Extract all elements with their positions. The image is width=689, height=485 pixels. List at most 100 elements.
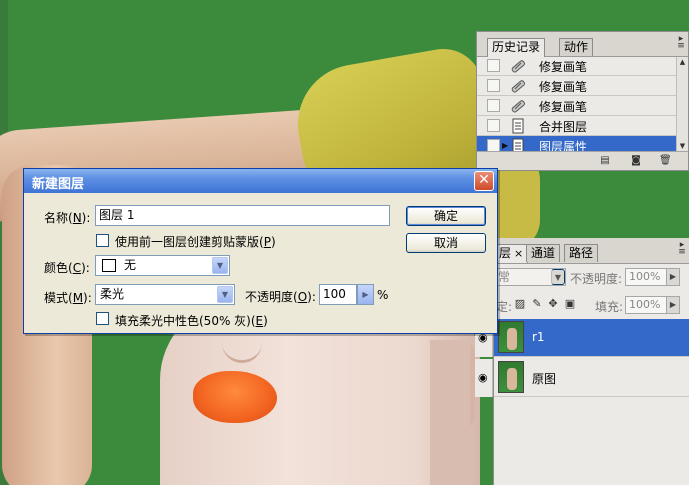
tab-layers[interactable]: 层 × xyxy=(494,244,529,263)
history-snapshot-checkbox[interactable] xyxy=(487,119,500,132)
tab-channels[interactable]: 通道 xyxy=(526,244,561,262)
orange-lips xyxy=(193,371,277,423)
history-item[interactable]: 修复画笔 xyxy=(477,96,682,116)
lock-brush-icon[interactable]: ✎ xyxy=(531,298,543,310)
dialog-title: 新建图层 xyxy=(32,177,85,192)
history-state-arrow-icon: ▶ xyxy=(502,141,509,150)
fill-label: 填充: xyxy=(595,300,624,314)
layer-name: 原图 xyxy=(532,372,557,386)
fill-slider-arrow-icon[interactable]: ▶ xyxy=(666,296,680,314)
tab-paths[interactable]: 路径 xyxy=(564,244,599,262)
dialog-opacity-accesskey: O xyxy=(297,290,308,304)
tab-history[interactable]: 历史记录 xyxy=(487,38,546,57)
blend-opacity-row: 常 ▼ 不透明度: 100% ▶ xyxy=(494,266,689,288)
percent-label: % xyxy=(377,288,389,302)
layer-visibility-toggle[interactable]: ◉ xyxy=(475,359,493,397)
layers-panel: 层 × 通道 路径 ▸ ≡ 常 ▼ 不透明度: 100% ▶ 定: ▨ ✎ ✥ ▣ … xyxy=(493,238,689,485)
blend-mode-select-value: 柔光 xyxy=(100,287,125,301)
trash-icon[interactable]: 🗑 xyxy=(659,155,672,166)
color-label-text: 颜色( xyxy=(44,261,73,275)
history-item-label: 修复画笔 xyxy=(539,100,588,114)
lock-label: 定: xyxy=(496,300,513,314)
lock-move-icon[interactable]: ✥ xyxy=(547,298,559,310)
chevron-down-icon: ▼ xyxy=(551,269,565,285)
merge-layers-icon xyxy=(512,118,524,134)
opacity-slider-arrow-icon[interactable]: ▶ xyxy=(357,284,374,305)
cancel-button[interactable]: 取消 xyxy=(406,233,486,253)
tab-actions-label: 动作 xyxy=(564,40,589,54)
blend-mode-dropdown[interactable]: 常 ▼ xyxy=(494,268,566,286)
fill-neutral-label: 填充柔光中性色(50% 灰)(E) xyxy=(115,314,268,328)
history-item-label: 修复画笔 xyxy=(539,60,588,74)
clipping-mask-label-text: 使用前一图层创建剪贴蒙版( xyxy=(115,235,264,249)
tab-paths-label: 路径 xyxy=(569,246,594,260)
snapshot-camera-icon[interactable]: ◙ xyxy=(630,155,642,166)
scroll-down-icon[interactable]: ▼ xyxy=(677,141,688,151)
tab-close-icon[interactable]: × xyxy=(514,247,523,260)
color-swatch xyxy=(102,259,116,272)
history-item[interactable]: 合并图层 xyxy=(477,116,682,136)
layer-thumbnail xyxy=(498,361,524,393)
chevron-down-icon: ▼ xyxy=(217,286,233,303)
tab-channels-label: 通道 xyxy=(531,246,556,260)
dialog-opacity-label-text: 不透明度( xyxy=(245,290,298,304)
ok-button[interactable]: 确定 xyxy=(406,206,486,226)
opacity-field[interactable]: 100% xyxy=(625,268,667,286)
history-snapshot-checkbox[interactable] xyxy=(487,59,500,72)
layer-row-r1[interactable]: r1 xyxy=(494,319,689,357)
clipping-mask-accesskey: P xyxy=(263,235,271,249)
dialog-opacity-label: 不透明度(O): xyxy=(245,290,316,304)
close-icon[interactable]: ✕ xyxy=(474,171,494,191)
layer-name-input[interactable]: 图层 1 xyxy=(95,205,390,226)
color-select-value: 无 xyxy=(124,258,137,272)
color-select[interactable]: 无 ▼ xyxy=(95,255,230,276)
history-scrollbar[interactable]: ▲ ▼ xyxy=(676,57,688,151)
blend-mode-value: 常 xyxy=(498,270,511,284)
layer-name: r1 xyxy=(532,330,545,344)
name-accesskey: N xyxy=(72,211,82,225)
blend-mode-select[interactable]: 柔光 ▼ xyxy=(95,284,235,305)
tab-actions[interactable]: 动作 xyxy=(559,38,594,56)
name-label: 名称(N): xyxy=(44,211,91,225)
lock-all-icon[interactable]: ▣ xyxy=(564,298,576,310)
fill-neutral-label-text: 填充柔光中性色(50% 灰)( xyxy=(115,314,256,328)
new-document-from-state-icon[interactable]: ▤ xyxy=(599,155,611,166)
new-layer-dialog: 新建图层 ✕ 名称(N): 图层 1 使用前一图层创建剪贴蒙版(P) 颜色(C)… xyxy=(23,168,498,334)
panel-menu-icon[interactable]: ▸ ≡ xyxy=(677,241,687,257)
eye-icon: ◉ xyxy=(478,371,488,384)
history-footer: ▤ ◙ 🗑 xyxy=(477,151,688,170)
history-item-label: 修复画笔 xyxy=(539,80,588,94)
scroll-up-icon[interactable]: ▲ xyxy=(677,57,688,67)
healing-brush-icon xyxy=(511,100,525,113)
mode-label-text: 模式( xyxy=(44,291,73,305)
clipping-mask-label: 使用前一图层创建剪贴蒙版(P) xyxy=(115,235,276,249)
layers-panel-tabs: 层 × 通道 路径 ▸ ≡ xyxy=(494,238,689,264)
lock-fill-row: 定: ▨ ✎ ✥ ▣ 填充: 100% ▶ xyxy=(494,294,689,316)
color-accesskey: C xyxy=(72,261,82,275)
fill-neutral-checkbox[interactable] xyxy=(96,312,109,325)
neck xyxy=(430,340,470,485)
fill-neutral-accesskey: E xyxy=(255,314,264,328)
history-item-label: 合并图层 xyxy=(539,120,588,134)
history-snapshot-checkbox[interactable] xyxy=(487,99,500,112)
mode-accesskey: M xyxy=(72,291,84,305)
clipping-mask-checkbox[interactable] xyxy=(96,234,109,247)
history-item[interactable]: 修复画笔 xyxy=(477,76,682,96)
name-label-text: 名称( xyxy=(44,211,73,225)
lock-transparent-icon[interactable]: ▨ xyxy=(514,298,526,310)
dialog-titlebar[interactable]: 新建图层 ✕ xyxy=(24,169,497,193)
dialog-opacity-input[interactable]: 100 xyxy=(319,284,357,305)
mode-label: 模式(M): xyxy=(44,291,92,305)
history-panel: 历史记录 动作 ▸ ≡ 修复画笔 修复画笔 修复画笔 合并图层 ▶ 图层属性 ▲… xyxy=(476,31,689,171)
opacity-slider-arrow-icon[interactable]: ▶ xyxy=(666,268,680,286)
healing-brush-icon xyxy=(511,80,525,93)
color-label: 颜色(C): xyxy=(44,261,90,275)
layer-row-original[interactable]: 原图 xyxy=(494,359,689,397)
chevron-down-icon: ▼ xyxy=(212,257,228,274)
history-snapshot-checkbox[interactable] xyxy=(487,79,500,92)
fill-field[interactable]: 100% xyxy=(625,296,667,314)
tab-layers-label: 层 xyxy=(499,246,512,260)
history-item[interactable]: 修复画笔 xyxy=(477,56,682,76)
panel-menu-icon[interactable]: ▸ ≡ xyxy=(676,35,686,51)
opacity-label: 不透明度: xyxy=(570,272,623,286)
